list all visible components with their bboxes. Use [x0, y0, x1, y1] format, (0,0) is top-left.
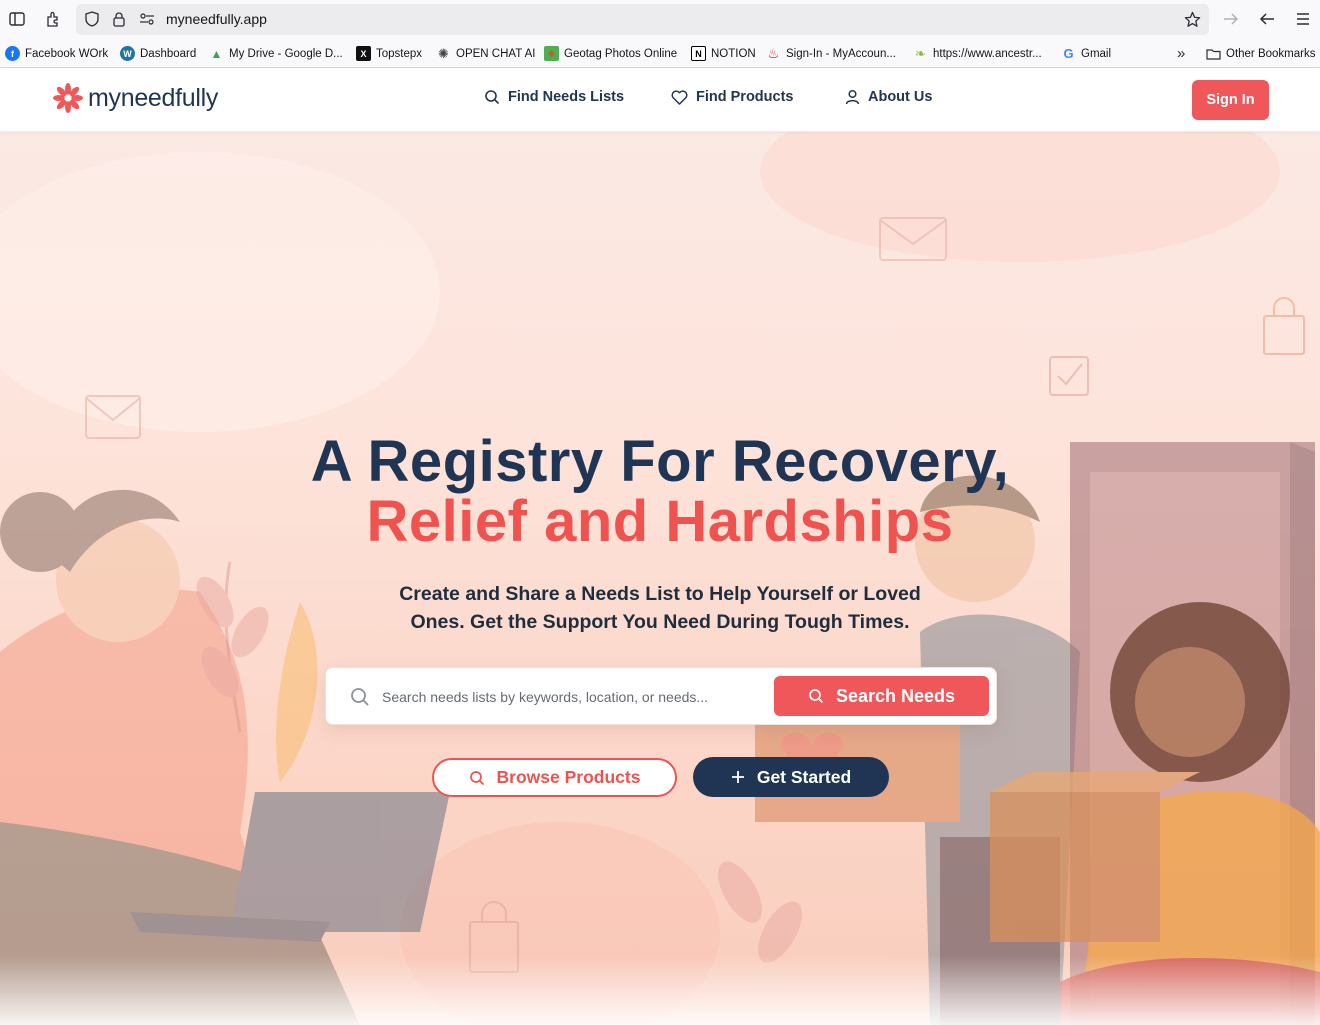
logo[interactable]: myneedfully: [52, 82, 218, 114]
sign-in-button[interactable]: Sign In: [1192, 80, 1269, 120]
topstepx-icon: X: [356, 46, 371, 61]
bookmark-star-icon[interactable]: [1181, 8, 1203, 30]
bookmark-item[interactable]: X Topstepx: [356, 40, 422, 67]
logo-text: myneedfully: [88, 83, 219, 112]
search-needs-button[interactable]: Search Needs: [774, 676, 989, 716]
forward-arrow-icon[interactable]: [1220, 8, 1242, 30]
map-icon: ◆: [544, 46, 559, 61]
chevron-double-right-icon[interactable]: »: [1177, 40, 1185, 67]
heart-icon: [671, 89, 688, 105]
hero-illustration: [0, 132, 1320, 1025]
woman-with-laptop-illustration: [0, 489, 450, 1025]
shopping-bag-icon: [1263, 297, 1305, 355]
browser-toolbar: myneedfully.app: [0, 0, 1320, 40]
browse-products-button[interactable]: Browse Products: [432, 758, 677, 797]
search-icon: [351, 688, 369, 706]
site-permissions-icon[interactable]: [136, 8, 158, 30]
hero-title-line1: A Registry For Recovery,: [310, 429, 1010, 494]
user-icon: [845, 89, 860, 105]
lock-icon[interactable]: [108, 8, 130, 30]
search-icon: [485, 90, 500, 105]
bookmark-item[interactable]: ✺ OPEN CHAT AI: [436, 40, 535, 67]
bookmark-item[interactable]: N NOTION: [691, 40, 756, 67]
nav-find-needs-lists[interactable]: Find Needs Lists: [484, 89, 624, 105]
bookmark-item[interactable]: ❧ https://www.ancestr...: [913, 40, 1042, 67]
plus-icon: [731, 771, 744, 783]
checkbox-icon: [1049, 356, 1089, 396]
facebook-icon: f: [5, 46, 20, 61]
openai-icon: ✺: [438, 45, 449, 61]
man-with-box-illustration: [755, 475, 1080, 1025]
hero-title: A Registry For Recovery, Relief and Hard…: [0, 432, 1320, 552]
extensions-icon[interactable]: [42, 8, 64, 30]
google-drive-icon: ▲: [210, 46, 223, 61]
search-icon: [809, 689, 824, 704]
nav-about-us[interactable]: About Us: [845, 89, 932, 105]
folder-icon: [1206, 48, 1221, 60]
other-bookmarks[interactable]: Other Bookmarks: [1206, 40, 1315, 67]
sidebar-toggle-icon[interactable]: [6, 8, 28, 30]
bookmark-item[interactable]: ♨ Sign-In - MyAccoun...: [766, 40, 896, 67]
nav-find-products[interactable]: Find Products: [671, 89, 793, 105]
tracking-protection-icon[interactable]: [81, 8, 103, 30]
notion-icon: N: [691, 46, 706, 61]
bookmark-item[interactable]: G Gmail: [1061, 40, 1111, 67]
hero-title-line2: Relief and Hardships: [366, 489, 954, 554]
url-text[interactable]: myneedfully.app: [166, 4, 267, 35]
back-arrow-icon[interactable]: [1256, 8, 1278, 30]
ancestry-icon: ❧: [915, 45, 926, 61]
needs-search-box: Search Needs: [325, 667, 997, 725]
logo-icon: [53, 83, 83, 113]
bookmark-item[interactable]: W Dashboard: [120, 40, 196, 67]
site-header: myneedfully Find Needs Lists Find Produc…: [0, 68, 1320, 132]
get-started-button[interactable]: Get Started: [693, 757, 889, 797]
url-bar[interactable]: myneedfully.app: [76, 4, 1209, 35]
hero-subtitle: Create and Share a Needs List to Help Yo…: [399, 583, 921, 633]
search-icon: [469, 770, 484, 785]
wordpress-icon: W: [120, 46, 135, 61]
bookmark-item[interactable]: f Facebook WOrk: [5, 40, 108, 67]
bookmarks-bar: f Facebook WOrk W Dashboard ▲ My Drive -…: [0, 40, 1320, 68]
bookmark-item[interactable]: ◆ Geotag Photos Online: [544, 40, 677, 67]
menu-icon[interactable]: [1292, 8, 1314, 30]
bookmark-item[interactable]: ▲ My Drive - Google D...: [209, 40, 343, 67]
hero-bottom-fade: [0, 955, 1320, 1025]
google-icon: G: [1063, 46, 1074, 61]
hero-section: A Registry For Recovery, Relief and Hard…: [0, 132, 1320, 1025]
santander-icon: ♨: [767, 45, 780, 61]
needs-search-input[interactable]: [382, 680, 772, 714]
